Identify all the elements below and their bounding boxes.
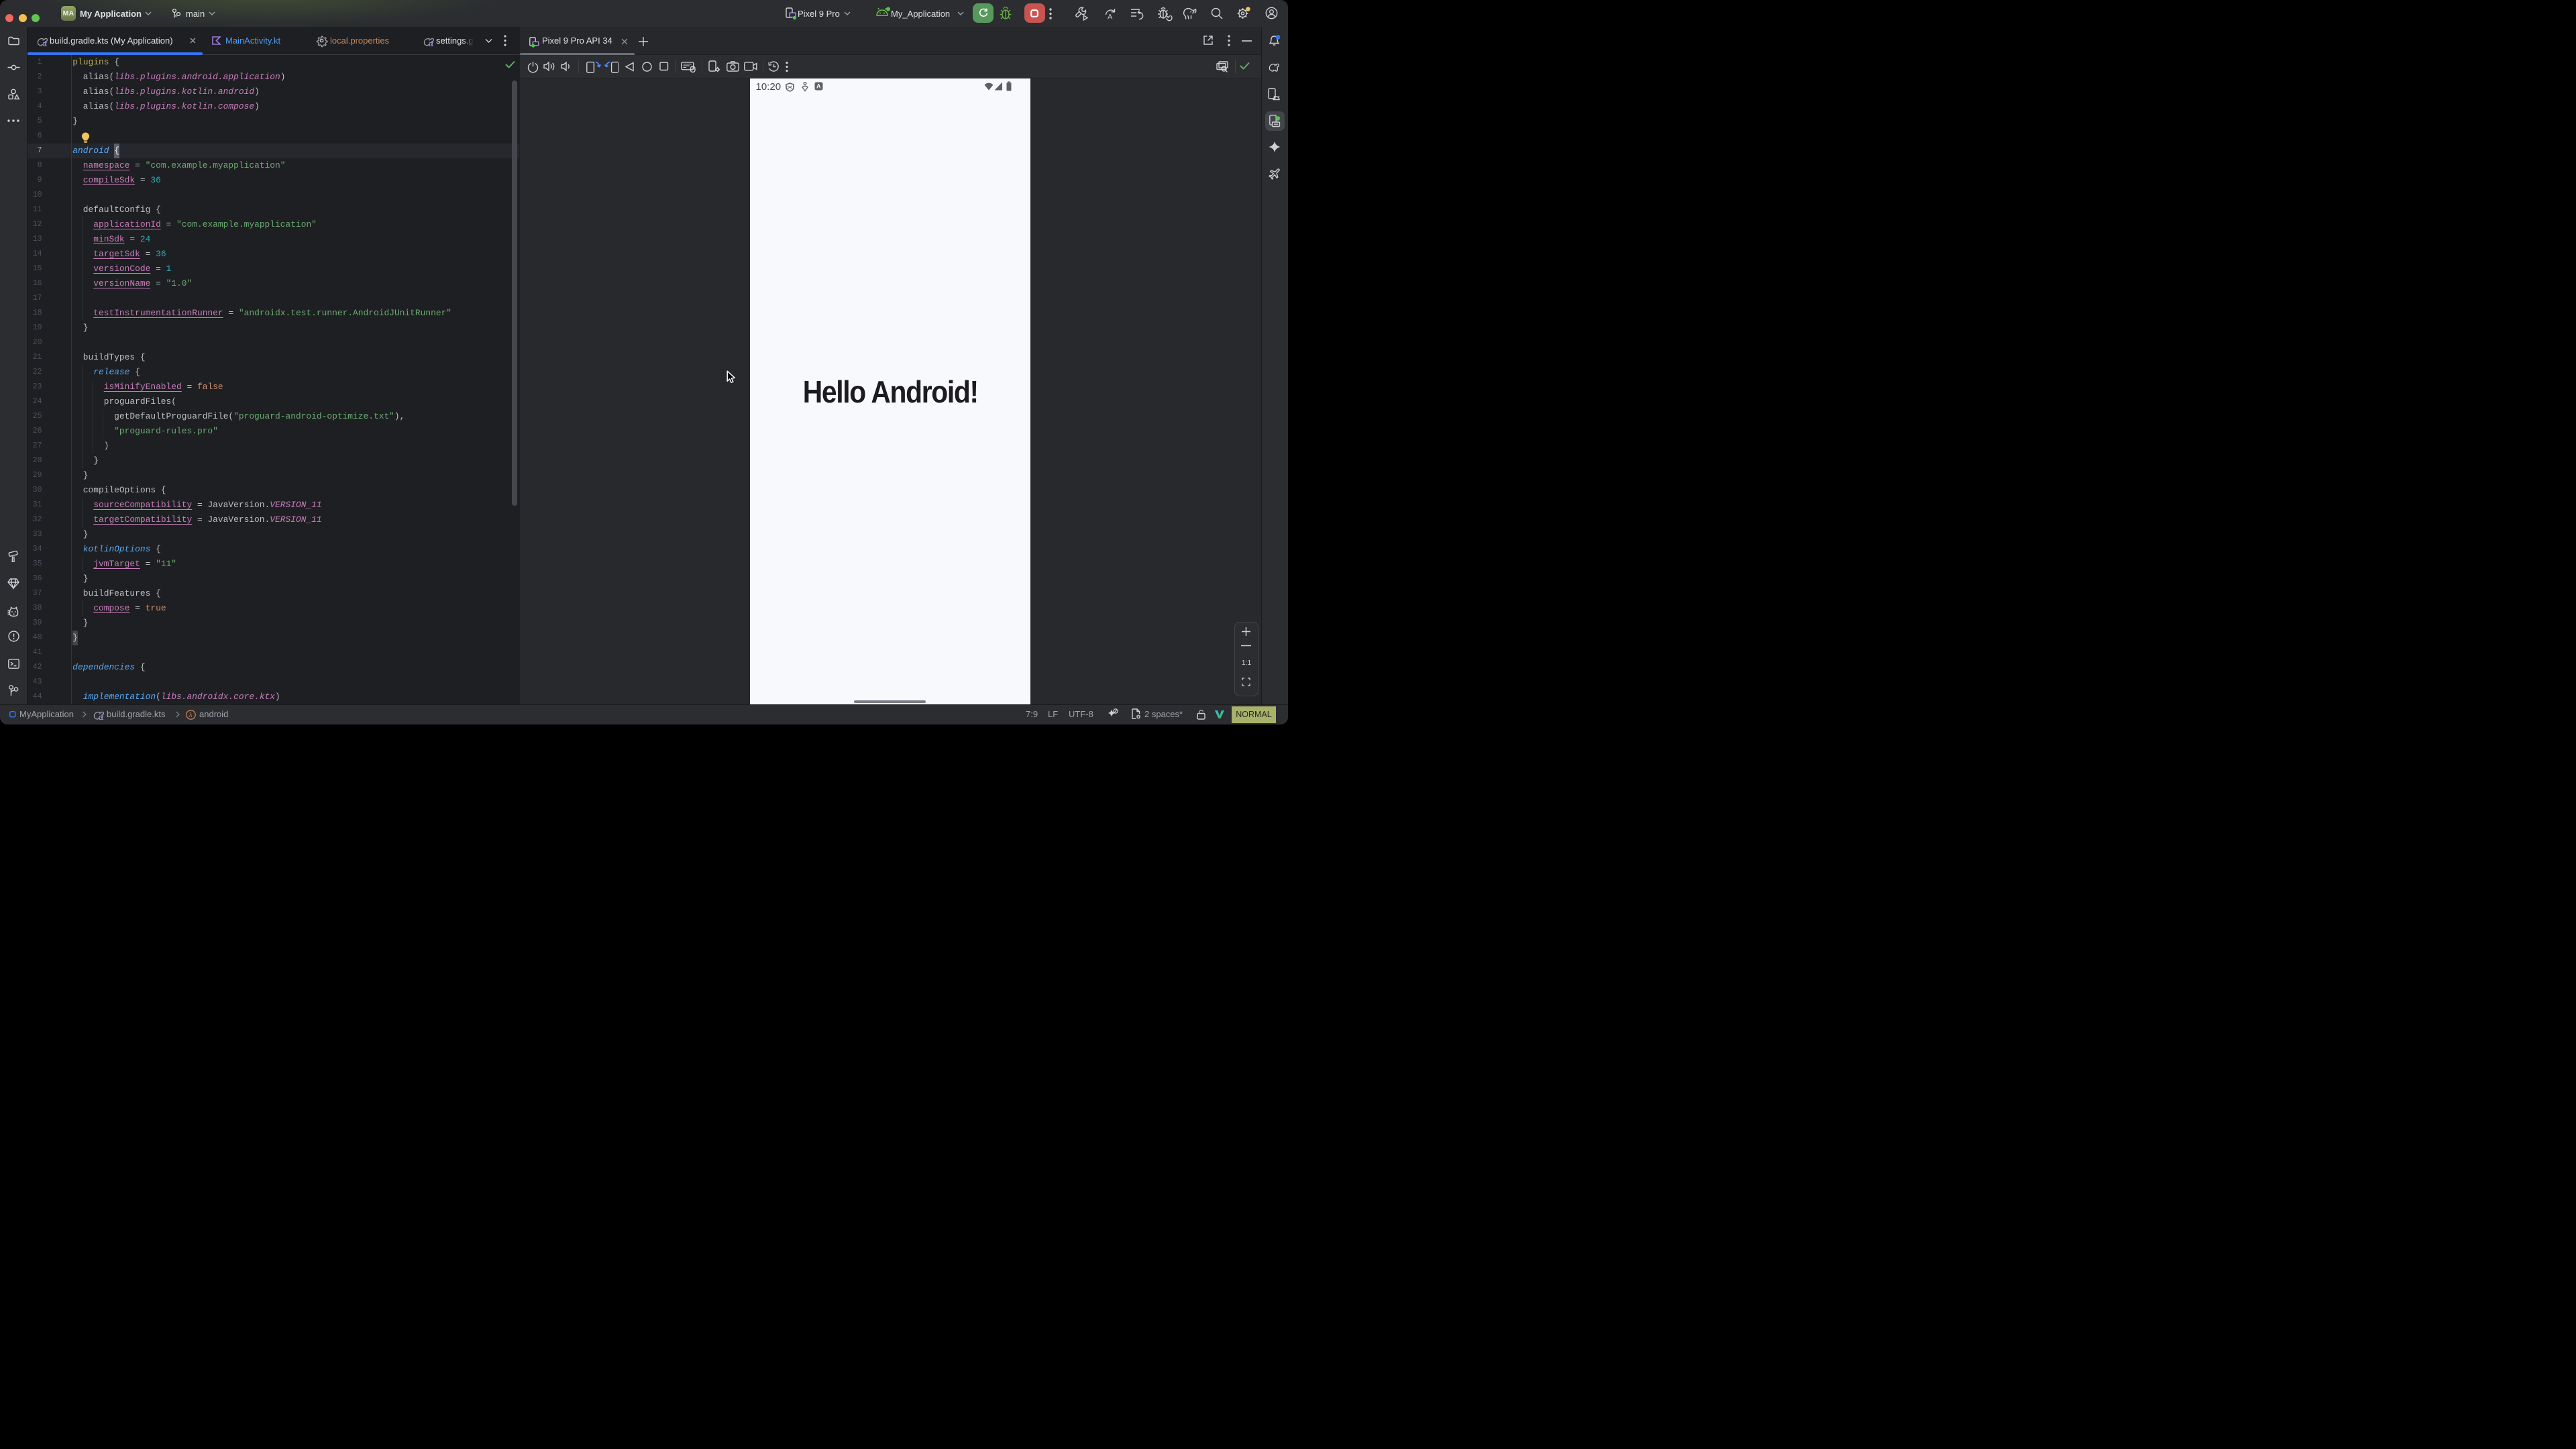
svg-text:λ: λ — [189, 711, 193, 719]
svg-text:A: A — [1108, 13, 1113, 21]
svg-text:A: A — [816, 83, 821, 90]
